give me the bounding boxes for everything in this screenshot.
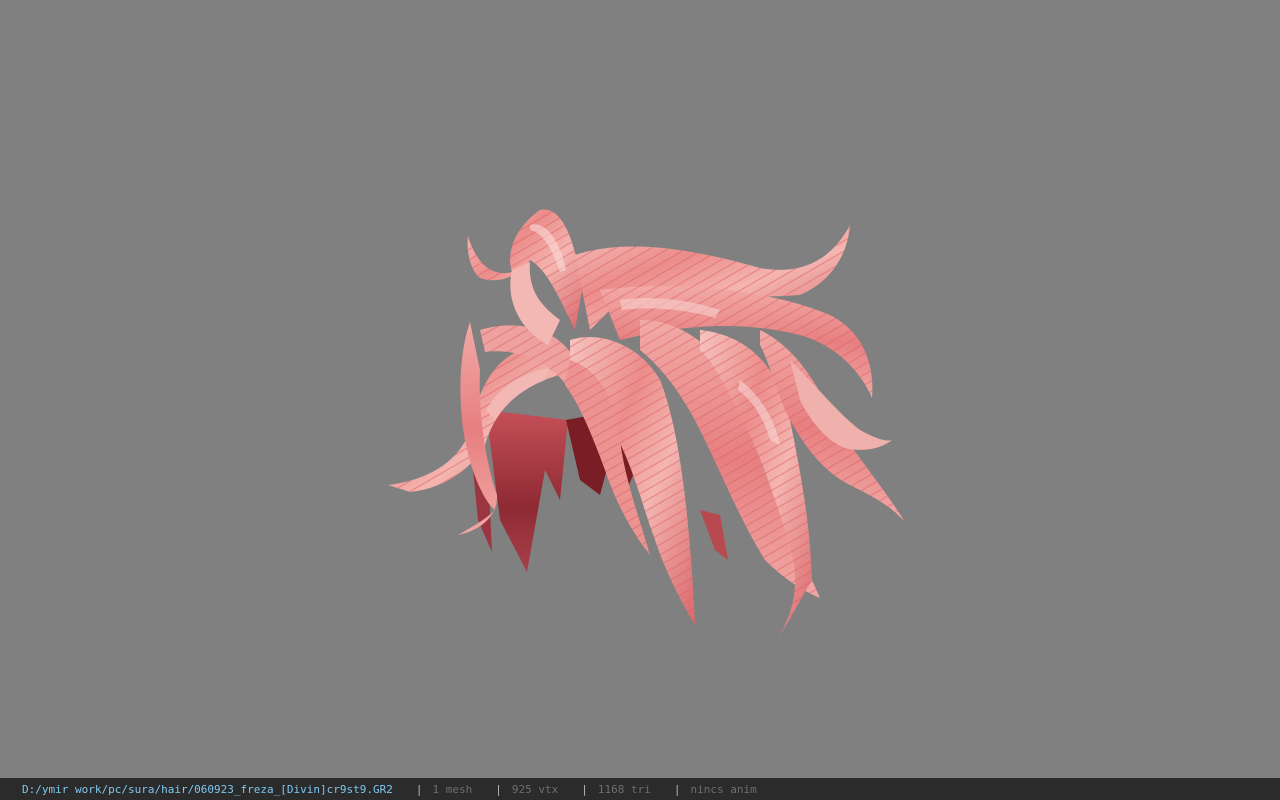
status-mesh-count: 1 mesh [432,782,473,796]
status-separator: | [415,782,423,796]
status-triangle-count: 1168 tri [597,782,651,796]
model-viewer-window: D:/ymir work/pc/sura/hair/060923_freza_[… [0,0,1280,800]
3d-viewport[interactable] [0,0,1280,778]
status-separator: | [581,782,588,796]
status-file-path: D:/ymir work/pc/sura/hair/060923_freza_[… [22,782,393,796]
status-bar: D:/ymir work/pc/sura/hair/060923_freza_[… [0,778,1280,800]
status-separator: | [673,782,681,796]
status-separator: | [495,782,502,796]
hair-model-render [388,209,905,638]
status-vertex-count: 925 vtx [511,782,559,796]
status-anim-state: nincs anim [690,782,757,796]
